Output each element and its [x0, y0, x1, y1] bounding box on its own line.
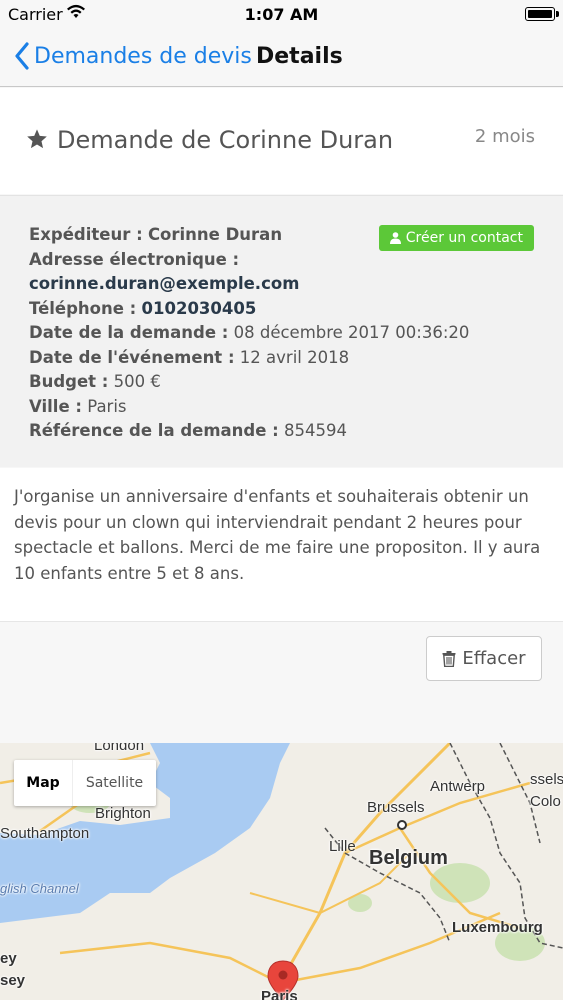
clock: 1:07 AM [244, 5, 319, 24]
budget-row: Budget : 500 € [29, 372, 161, 391]
request-date-row: Date de la demande : 08 décembre 2017 00… [29, 323, 470, 342]
delete-button[interactable]: Effacer [426, 636, 542, 681]
request-info-panel: Créer un contact Expéditeur : Corinne Du… [0, 195, 563, 467]
map-label-brussels: Brussels [367, 799, 425, 816]
city-row: Ville : Paris [29, 396, 127, 416]
map-label-ey: ey [0, 950, 17, 967]
request-details: Expéditeur : Corinne Duran Adresse élect… [29, 223, 469, 444]
navigation-bar: Demandes de devis Details [0, 30, 563, 87]
budget-value: 500 € [113, 372, 161, 391]
map-label-paris: Paris [261, 988, 298, 1000]
map-label-lille: Lille [329, 838, 356, 855]
page-title: Details [256, 44, 343, 69]
map-label-cologne: Colo [530, 793, 561, 810]
sender-row: Expéditeur : Corinne Duran [29, 225, 283, 244]
email-link[interactable]: corinne.duran@exemple.com [29, 274, 299, 293]
trash-icon [442, 650, 456, 667]
map-label-london: London [94, 743, 145, 754]
phone-row: Téléphone : 0102030405 [29, 298, 257, 318]
reference-value: 854594 [284, 421, 348, 440]
map-label-southampton: Southampton [0, 825, 90, 842]
star-icon[interactable] [26, 128, 48, 150]
back-button[interactable]: Demandes de devis [14, 42, 252, 70]
request-message: J'organise un anniversaire d'enfants et … [0, 468, 563, 622]
map-view-button[interactable]: Map [14, 760, 73, 806]
map-label-antwerp: Antwerp [430, 778, 486, 795]
reference-row: Référence de la demande : 854594 [29, 421, 348, 440]
event-date-row: Date de l'événement : 12 avril 2018 [29, 347, 350, 367]
map-label-belgium: Belgium [369, 847, 448, 869]
sender-value: Corinne Duran [147, 225, 283, 244]
location-map[interactable]: London Brighton Southampton glish Channe… [0, 743, 563, 1000]
email-label-row: Adresse électronique : [29, 249, 240, 269]
map-type-toggle: Map Satellite [14, 760, 156, 806]
chevron-left-icon [15, 42, 29, 70]
phone-link[interactable]: 0102030405 [142, 299, 257, 318]
back-button-label: Demandes de devis [34, 43, 252, 69]
map-label-luxembourg: Luxembourg [452, 919, 543, 936]
request-header: Demande de Corinne Duran 2 mois [0, 88, 563, 194]
map-label-bruxelles: ssels [530, 771, 563, 788]
request-age: 2 mois [474, 126, 535, 147]
request-title: Demande de Corinne Duran [57, 126, 394, 154]
city-value: Paris [87, 396, 127, 416]
event-date-value: 12 avril 2018 [239, 347, 350, 367]
email-row: corinne.duran@exemple.com [29, 272, 469, 297]
delete-label: Effacer [462, 648, 526, 669]
satellite-view-button[interactable]: Satellite [73, 760, 156, 806]
battery-icon [525, 7, 559, 21]
message-text: J'organise un anniversaire d'enfants et … [14, 487, 541, 583]
map-label-channel: glish Channel [0, 881, 79, 896]
request-date-value: 08 décembre 2017 00:36:20 [233, 323, 470, 342]
map-label-sey: sey [0, 972, 26, 989]
map-label-brighton: Brighton [95, 805, 151, 822]
status-bar: Carrier 1:07 AM [0, 0, 563, 30]
